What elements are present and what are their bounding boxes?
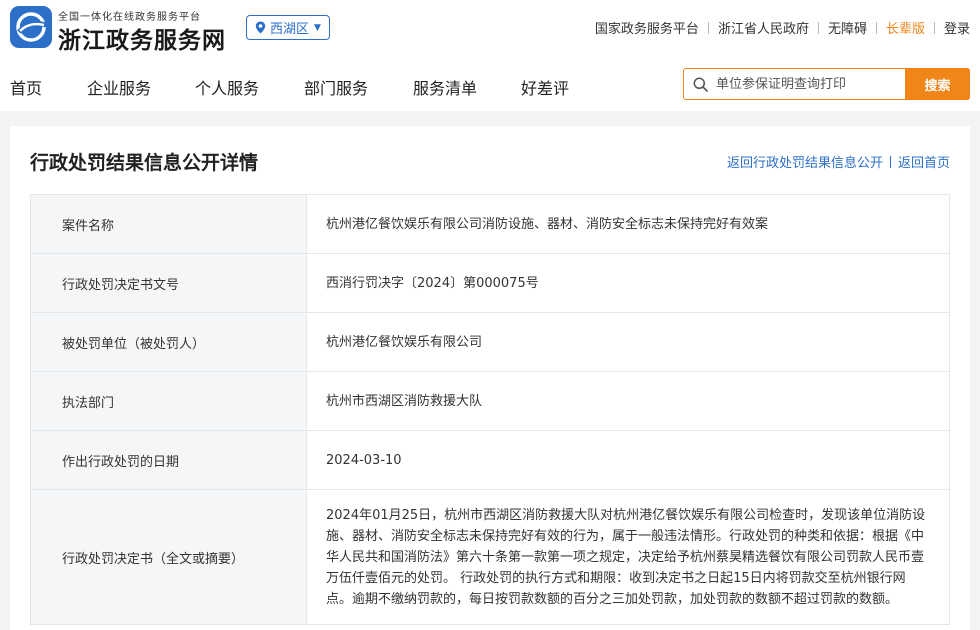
field-label: 行政处罚决定书文号 (31, 254, 307, 312)
back-to-list-link[interactable]: 返回行政处罚结果信息公开 (727, 152, 883, 171)
zhejiang-logo-icon[interactable] (10, 6, 52, 48)
nav-personal-services[interactable]: 个人服务 (195, 75, 259, 99)
back-to-home-link[interactable]: 返回首页 (898, 152, 950, 171)
field-label: 作出行政处罚的日期 (31, 431, 307, 489)
field-label: 执法部门 (31, 372, 307, 430)
top-links: 国家政务服务平台 浙江省人民政府 无障碍 长辈版 登录 (586, 18, 970, 37)
nav-service-list[interactable]: 服务清单 (413, 75, 477, 99)
field-value: 杭州港亿餐饮娱乐有限公司消防设施、器材、消防安全标志未保持完好有效案 (326, 216, 769, 232)
table-row: 作出行政处罚的日期 2024-03-10 (31, 430, 949, 489)
field-label: 案件名称 (31, 195, 307, 253)
caret-down-icon: ▼ (314, 22, 321, 33)
page-title: 行政处罚结果信息公开详情 (30, 152, 259, 174)
nav-enterprise-services[interactable]: 企业服务 (87, 75, 151, 99)
field-label: 被处罚单位（被处罚人） (31, 313, 307, 371)
field-value: 2024年01月25日，杭州市西湖区消防救援大队对杭州港亿餐饮娱乐有限公司检查时… (326, 507, 926, 607)
nav-home[interactable]: 首页 (10, 75, 42, 99)
field-value: 杭州港亿餐饮娱乐有限公司 (326, 334, 483, 350)
table-row: 案件名称 杭州港亿餐饮娱乐有限公司消防设施、器材、消防安全标志未保持完好有效案 (31, 195, 949, 253)
field-value: 杭州市西湖区消防救援大队 (326, 393, 483, 409)
link-provincial-government[interactable]: 浙江省人民政府 (709, 18, 818, 37)
field-label: 行政处罚决定书（全文或摘要） (31, 490, 307, 624)
link-accessibility[interactable]: 无障碍 (819, 18, 876, 37)
table-row: 执法部门 杭州市西湖区消防救援大队 (31, 371, 949, 430)
detail-card: 行政处罚结果信息公开详情 返回行政处罚结果信息公开 返回首页 案件名称 杭州港亿… (10, 126, 970, 630)
site-name[interactable]: 浙江政务服务网 (58, 21, 226, 55)
login-link[interactable]: 登录 (935, 18, 970, 37)
link-national-platform[interactable]: 国家政务服务平台 (586, 18, 708, 37)
divider (889, 155, 891, 168)
nav-evaluation[interactable]: 好差评 (521, 75, 569, 99)
region-selector[interactable]: 西湖区 ▼ (246, 15, 330, 40)
link-elder-version[interactable]: 长辈版 (877, 18, 934, 37)
field-value: 2024-03-10 (326, 452, 402, 468)
search-button[interactable]: 搜索 (905, 68, 970, 100)
detail-table: 案件名称 杭州港亿餐饮娱乐有限公司消防设施、器材、消防安全标志未保持完好有效案 … (30, 194, 950, 625)
table-row: 行政处罚决定书（全文或摘要） 2024年01月25日，杭州市西湖区消防救援大队对… (31, 489, 949, 624)
top-header: 全国一体化在线政务服务平台 浙江政务服务网 西湖区 ▼ 国家政务服务平台 浙江省… (0, 0, 980, 55)
search-icon (693, 77, 708, 92)
table-row: 被处罚单位（被处罚人） 杭州港亿餐饮娱乐有限公司 (31, 312, 949, 371)
nav-department-services[interactable]: 部门服务 (304, 75, 368, 99)
breadcrumb: 返回行政处罚结果信息公开 返回首页 (727, 152, 950, 171)
search-input[interactable] (716, 76, 901, 92)
region-label: 西湖区 (270, 22, 310, 37)
search-box: 搜索 (683, 68, 970, 100)
table-row: 行政处罚决定书文号 西消行罚决字〔2024〕第000075号 (31, 253, 949, 312)
location-pin-icon (255, 21, 266, 34)
field-value: 西消行罚决字〔2024〕第000075号 (326, 275, 539, 291)
